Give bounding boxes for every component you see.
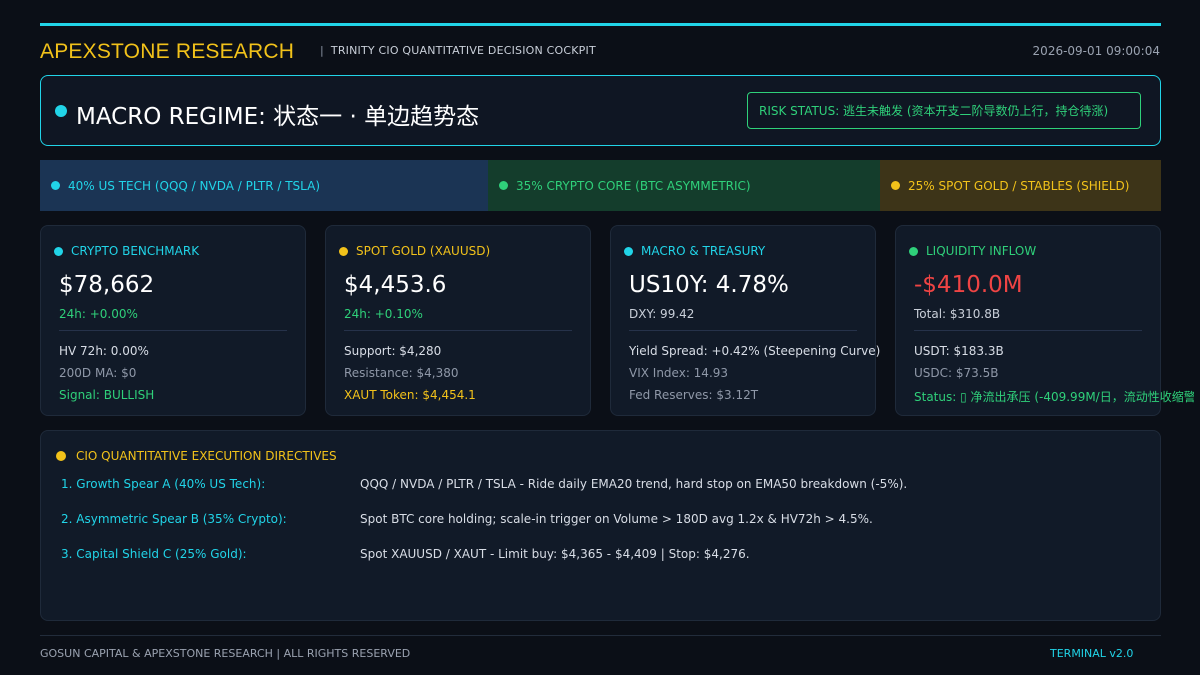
directive-text: Spot BTC core holding; scale-in trigger … (360, 512, 873, 526)
gold-resistance: Resistance: $4,380 (344, 366, 459, 380)
gold-24h-change: 24h: +0.10% (344, 307, 423, 321)
allocation-label: 25% SPOT GOLD / STABLES (SHIELD) (908, 178, 1130, 193)
allocation-dot-icon (499, 181, 508, 190)
card-header: LIQUIDITY INFLOW (909, 244, 1036, 258)
cockpit-subtitle: | TRINITY CIO QUANTITATIVE DECISION COCKP… (320, 44, 596, 57)
subtitle-separator: | (320, 44, 324, 57)
fed-reserves: Fed Reserves: $3.12T (629, 388, 759, 402)
card-divider (59, 330, 287, 331)
top-accent-rule (40, 23, 1161, 26)
yield-spread: Yield Spread: +0.42% (Steepening Curve) (629, 344, 881, 358)
liquidity-inflow-card: LIQUIDITY INFLOW -$410.0M Total: $310.8B… (895, 225, 1194, 416)
card-divider (914, 330, 1142, 331)
allocation-dot-icon (891, 181, 900, 190)
xaut-token-price: XAUT Token: $4,454.1 (344, 388, 476, 402)
footer-divider (40, 635, 1161, 636)
card-title: LIQUIDITY INFLOW (926, 244, 1037, 258)
directives-header: CIO QUANTITATIVE EXECUTION DIRECTIVES (56, 449, 337, 463)
usdc-supply: USDC: $73.5B (914, 366, 999, 380)
regime-title: MACRO REGIME: 状态一 · 单边趋势态 (76, 104, 480, 130)
vix-index: VIX Index: 14.93 (629, 366, 729, 380)
directives-dot-icon (56, 451, 66, 461)
dxy-value: DXY: 99.42 (629, 307, 695, 321)
macro-regime-panel: MACRO REGIME: 状态一 · 单边趋势态 RISK STATUS: 逃… (40, 75, 1161, 146)
allocation-crypto-core: 35% CRYPTO CORE (BTC ASYMMETRIC) (488, 160, 880, 211)
subtitle-text: TRINITY CIO QUANTITATIVE DECISION COCKPI… (330, 44, 596, 57)
directive-text: QQQ / NVDA / PLTR / TSLA - Ride daily EM… (360, 477, 908, 491)
directive-label: 3. Capital Shield C (25% Gold): (61, 547, 247, 561)
execution-directives-panel: CIO QUANTITATIVE EXECUTION DIRECTIVES 1.… (40, 430, 1161, 621)
spot-gold-card: SPOT GOLD (XAUUSD) $4,453.6 24h: +0.10% … (325, 225, 591, 416)
allocation-label: 40% US TECH (QQQ / NVDA / PLTR / TSLA) (68, 178, 321, 193)
liquidity-status: Status: ▯ 净流出承压 (-409.99M/日，流动性收缩警 (914, 390, 1194, 404)
usdt-supply: USDT: $183.3B (914, 344, 1004, 358)
ma-200d: 200D MA: $0 (59, 366, 137, 380)
card-title: MACRO & TREASURY (641, 244, 766, 258)
btc-price: $78,662 (59, 272, 155, 298)
us10y-yield: US10Y: 4.78% (629, 272, 789, 298)
stablecoin-total: Total: $310.8B (914, 307, 1001, 321)
crypto-benchmark-card: CRYPTO BENCHMARK $78,662 24h: +0.00% HV … (40, 225, 306, 416)
btc-24h-change: 24h: +0.00% (59, 307, 138, 321)
allocation-label: 35% CRYPTO CORE (BTC ASYMMETRIC) (516, 178, 751, 193)
allocation-dot-icon (51, 181, 60, 190)
card-dot-icon (339, 246, 348, 256)
regime-status-dot-icon (55, 105, 67, 117)
signal-status: Signal: BULLISH (59, 388, 155, 402)
hv-72h: HV 72h: 0.00% (59, 344, 149, 358)
macro-treasury-card: MACRO & TREASURY US10Y: 4.78% DXY: 99.42… (610, 225, 880, 416)
directives-title: CIO QUANTITATIVE EXECUTION DIRECTIVES (76, 449, 337, 463)
directive-label: 2. Asymmetric Spear B (35% Crypto): (61, 512, 287, 526)
card-divider (629, 330, 857, 331)
card-dot-icon (909, 246, 918, 256)
card-title: SPOT GOLD (XAUUSD) (356, 244, 491, 258)
gold-support: Support: $4,280 (344, 344, 442, 358)
card-dot-icon (54, 246, 63, 256)
risk-status-badge: RISK STATUS: 逃生未触发 (资本开支二阶导数仍上行，持仓待涨) (747, 92, 1141, 129)
terminal-version: TERMINAL v2.0 (1050, 647, 1134, 660)
card-header: CRYPTO BENCHMARK (54, 244, 199, 258)
card-title: CRYPTO BENCHMARK (71, 244, 200, 258)
directive-label: 1. Growth Spear A (40% US Tech): (61, 477, 266, 491)
brand-title: APEXSTONE RESEARCH (40, 40, 295, 63)
footer-copyright: GOSUN CAPITAL & APEXSTONE RESEARCH | ALL… (40, 647, 411, 660)
directive-text: Spot XAUUSD / XAUT - Limit buy: $4,365 -… (360, 547, 750, 561)
card-header: MACRO & TREASURY (624, 244, 765, 258)
gold-price: $4,453.6 (344, 272, 447, 298)
card-divider (344, 330, 572, 331)
card-header: SPOT GOLD (XAUUSD) (339, 244, 490, 258)
allocation-gold-stables: 25% SPOT GOLD / STABLES (SHIELD) (880, 160, 1161, 211)
timestamp: 2026-09-01 09:00:04 (1032, 44, 1160, 58)
net-liquidity-flow: -$410.0M (914, 272, 1023, 298)
card-dot-icon (624, 246, 633, 256)
allocation-us-tech: 40% US TECH (QQQ / NVDA / PLTR / TSLA) (40, 160, 488, 211)
